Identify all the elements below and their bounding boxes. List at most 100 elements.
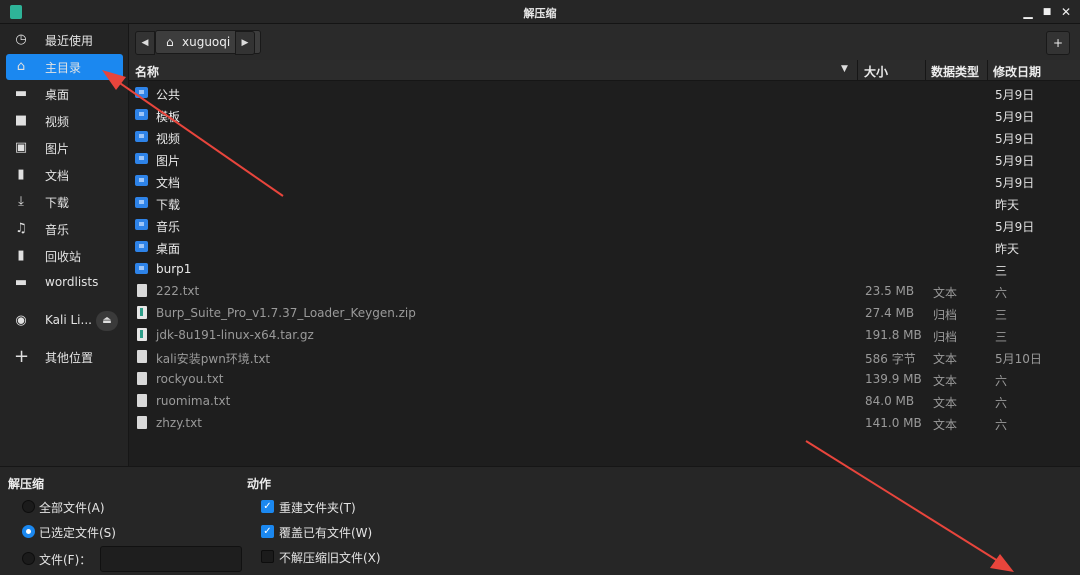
file-row[interactable]: 桌面 昨天	[129, 236, 1080, 258]
file-size: 141.0 MB	[865, 416, 922, 430]
overwrite-checkbox[interactable]: ✓	[261, 525, 274, 538]
column-size[interactable]: 大小	[864, 63, 888, 80]
all-files-label[interactable]: 全部文件(A)	[39, 499, 105, 516]
places-sidebar: ◷ 最近使用 ⌂ 主目录 ▬ 桌面 ■ 视频 ▣ 图片 ▮ 文档 ⤓ 下载 ♫ …	[0, 24, 128, 466]
files-pattern-radio[interactable]	[22, 552, 35, 565]
file-name: 图片	[156, 154, 181, 168]
file-name: 视频	[156, 132, 181, 146]
text-file-icon	[137, 284, 147, 297]
file-row[interactable]: 文档 5月9日	[129, 170, 1080, 192]
sidebar-item-label: 音乐	[45, 223, 70, 237]
extract-options-panel: 解压缩 全部文件(A) 已选定文件(S) 文件(F)： 动作 ✓ 重建文件夹(T…	[0, 466, 1080, 575]
sidebar-item-label: 视频	[45, 115, 70, 129]
video-icon: ■	[14, 113, 28, 128]
file-row[interactable]: 图片 5月9日	[129, 148, 1080, 170]
file-row[interactable]: kali安装pwn环境.txt 586 字节 文本 5月10日	[129, 346, 1080, 368]
sidebar-item-other-locations[interactable]: + 其他位置	[6, 344, 123, 370]
file-row[interactable]: ruomima.txt 84.0 MB 文本 六	[129, 390, 1080, 412]
folder-icon	[135, 131, 148, 142]
file-row[interactable]: rockyou.txt 139.9 MB 文本 六	[129, 368, 1080, 390]
folder-icon	[135, 197, 148, 208]
file-size: 27.4 MB	[865, 306, 915, 320]
eject-icon[interactable]: ⏏	[96, 311, 118, 331]
file-type: 文本	[933, 286, 958, 300]
file-row[interactable]: 下载 昨天	[129, 192, 1080, 214]
new-folder-button[interactable]: +	[1046, 31, 1070, 55]
file-modified: 昨天	[995, 198, 1020, 212]
files-pattern-input[interactable]	[100, 546, 242, 572]
recreate-folders-checkbox[interactable]: ✓	[261, 500, 274, 513]
file-size: 23.5 MB	[865, 284, 915, 298]
sidebar-item-label: wordlists	[45, 275, 99, 289]
minimize-button[interactable]: ▁	[1020, 4, 1036, 20]
path-bar: ◀ ⌂ xuguoqi ▶ +	[129, 24, 1080, 60]
file-name: 文档	[156, 176, 181, 190]
trash-icon: ▮	[17, 248, 25, 263]
file-row[interactable]: 模板 5月9日	[129, 104, 1080, 126]
desktop-icon: ▬	[14, 86, 28, 101]
sidebar-item-recent[interactable]: ◷ 最近使用	[6, 27, 123, 53]
file-row[interactable]: 视频 5月9日	[129, 126, 1080, 148]
music-icon: ♫	[15, 221, 27, 236]
download-icon: ⤓	[18, 194, 24, 209]
sidebar-item-music[interactable]: ♫ 音乐	[6, 216, 123, 242]
file-size: 84.0 MB	[865, 394, 915, 408]
overwrite-label[interactable]: 覆盖已有文件(W)	[279, 524, 372, 541]
actions-section-title: 动作	[247, 477, 272, 491]
skip-older-label[interactable]: 不解压缩旧文件(X)	[279, 549, 381, 566]
file-name: 公共	[156, 88, 181, 102]
sidebar-item-home[interactable]: ⌂ 主目录	[6, 54, 123, 80]
sidebar-item-downloads[interactable]: ⤓ 下载	[6, 189, 123, 215]
close-button[interactable]: ✕	[1058, 4, 1074, 20]
file-row[interactable]: 公共 5月9日	[129, 82, 1080, 104]
file-modified: 六	[995, 396, 1008, 410]
sidebar-item-label: 主目录	[45, 61, 82, 75]
column-name[interactable]: 名称	[135, 63, 159, 80]
file-modified: 5月9日	[995, 132, 1035, 146]
file-row[interactable]: burp1 三	[129, 258, 1080, 280]
file-size: 139.9 MB	[865, 372, 922, 386]
sidebar-item-trash[interactable]: ▮ 回收站	[6, 243, 123, 269]
sidebar-item-videos[interactable]: ■ 视频	[6, 108, 123, 134]
file-row[interactable]: 音乐 5月9日	[129, 214, 1080, 236]
all-files-radio[interactable]	[22, 500, 35, 513]
file-row[interactable]: jdk-8u191-linux-x64.tar.gz 191.8 MB 归档 三	[129, 324, 1080, 346]
column-modified[interactable]: 修改日期	[993, 63, 1041, 80]
sidebar-item-desktop[interactable]: ▬ 桌面	[6, 81, 123, 107]
extract-section-title: 解压缩	[8, 477, 45, 491]
sidebar-item-kali-disc[interactable]: ◉ Kali Li... ⏏	[6, 308, 123, 334]
back-button[interactable]: ◀	[135, 31, 155, 55]
breadcrumb-label: xuguoqi	[182, 35, 231, 49]
folder-icon	[135, 175, 148, 186]
text-file-icon	[137, 350, 147, 363]
file-row[interactable]: 222.txt 23.5 MB 文本 六	[129, 280, 1080, 302]
skip-older-checkbox[interactable]	[261, 550, 274, 563]
folder-icon	[135, 153, 148, 164]
file-row[interactable]: Burp_Suite_Pro_v1.7.37_Loader_Keygen.zip…	[129, 302, 1080, 324]
file-modified: 5月9日	[995, 88, 1035, 102]
file-modified: 三	[995, 264, 1008, 278]
files-pattern-label[interactable]: 文件(F)：	[39, 551, 91, 568]
folder-icon	[135, 263, 148, 274]
selected-files-radio[interactable]	[22, 525, 35, 538]
recreate-folders-label[interactable]: 重建文件夹(T)	[279, 499, 356, 516]
folder-icon: ▬	[14, 275, 28, 290]
column-type[interactable]: 数据类型	[931, 63, 979, 80]
file-modified: 六	[995, 374, 1008, 388]
file-type: 文本	[933, 352, 958, 366]
sidebar-item-pictures[interactable]: ▣ 图片	[6, 135, 123, 161]
forward-button[interactable]: ▶	[235, 31, 255, 55]
window-title: 解压缩	[523, 7, 557, 20]
maximize-button[interactable]: ■	[1039, 4, 1055, 20]
file-type: 归档	[933, 308, 958, 322]
file-row[interactable]: zhzy.txt 141.0 MB 文本 六	[129, 412, 1080, 434]
folder-icon	[135, 109, 148, 120]
plus-icon: +	[14, 346, 30, 367]
sidebar-item-wordlists[interactable]: ▬ wordlists	[6, 270, 123, 296]
file-name: burp1	[156, 262, 192, 276]
file-name: Burp_Suite_Pro_v1.7.37_Loader_Keygen.zip	[156, 306, 416, 320]
sidebar-item-label: 最近使用	[45, 34, 94, 48]
title-bar: 解压缩 ▁ ■ ✕	[0, 0, 1080, 24]
selected-files-label[interactable]: 已选定文件(S)	[39, 524, 116, 541]
sidebar-item-documents[interactable]: ▮ 文档	[6, 162, 123, 188]
